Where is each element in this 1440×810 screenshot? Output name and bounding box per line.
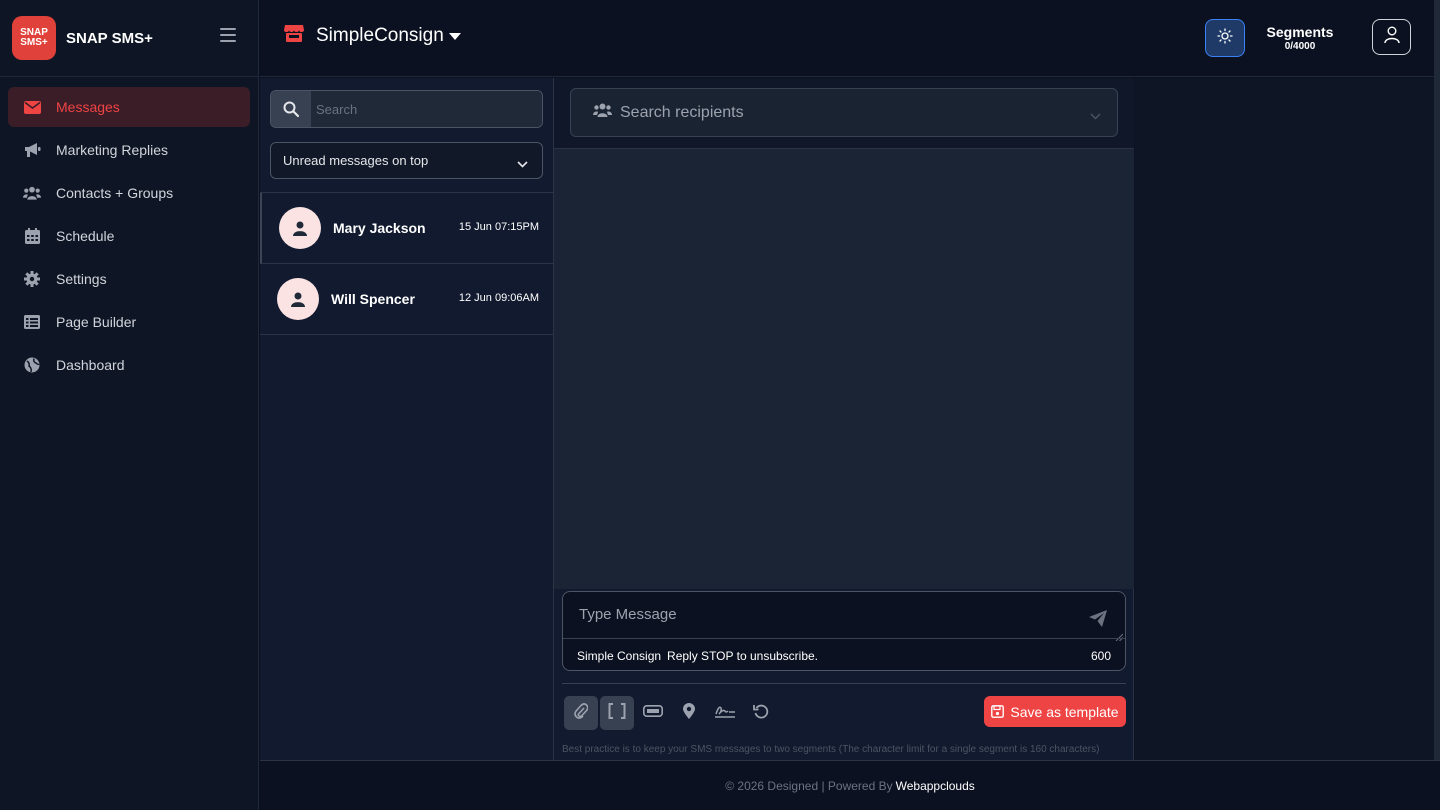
sidebar-item-label: Contacts + Groups (56, 185, 174, 201)
attach-button[interactable] (564, 696, 598, 730)
envelope-icon (23, 98, 41, 116)
conversation-search (270, 90, 543, 128)
brand-logo-line2: SMS+ (20, 37, 48, 48)
send-icon[interactable] (1089, 610, 1107, 632)
users-icon (23, 184, 41, 202)
sidebar-item-schedule[interactable]: Schedule (8, 216, 250, 256)
page-footer: © 2026 Designed | Powered By Webappcloud… (260, 760, 1440, 810)
save-icon (991, 705, 1005, 718)
sidebar-item-label: Schedule (56, 228, 115, 244)
sidebar-item-label: Page Builder (56, 314, 137, 330)
users-icon (593, 103, 612, 122)
sidebar-item-settings[interactable]: Settings (8, 259, 250, 299)
message-time: 15 Jun 07:15PM (458, 221, 539, 233)
signature-icon (714, 703, 736, 724)
sidebar-item-contacts-groups[interactable]: Contacts + Groups (8, 173, 250, 213)
megaphone-icon (23, 141, 41, 159)
best-practice-hint: Best practice is to keep your SMS messag… (562, 744, 1100, 755)
char-count: 600 (1090, 649, 1111, 663)
merge-tags-button[interactable] (600, 696, 634, 730)
theme-toggle-button[interactable] (1205, 19, 1245, 57)
paperclip-icon (574, 702, 589, 724)
store-icon (284, 24, 304, 47)
caret-down-icon (448, 33, 461, 40)
message-time: 12 Jun 09:06AM (458, 292, 539, 304)
save-template-button[interactable]: Save as template (984, 696, 1126, 727)
sidebar-item-marketing-replies[interactable]: Marketing Replies (8, 130, 250, 170)
user-icon (1383, 26, 1400, 49)
contact-name: Will Spencer (331, 291, 415, 307)
recipients-select[interactable]: Search recipients (570, 88, 1118, 137)
reset-button[interactable] (744, 696, 778, 730)
sort-select-label: Unread messages on top (283, 153, 429, 168)
store-name: SimpleConsign (316, 24, 444, 46)
sidebar: SNAP SMS+ SNAP SMS+ Messages Marketing R… (0, 0, 259, 810)
save-template-label: Save as template (1010, 703, 1119, 720)
page-scrollbar[interactable] (1434, 0, 1440, 760)
segments-counter: Segments 0/4000 (1260, 24, 1340, 52)
store-switcher[interactable]: SimpleConsign (284, 24, 461, 47)
globe-icon (23, 356, 41, 374)
chevron-down-icon (517, 156, 528, 171)
recipients-placeholder: Search recipients (620, 103, 744, 121)
top-header: SimpleConsign Segments 0/4000 (260, 0, 1440, 77)
segments-title: Segments (1266, 24, 1334, 40)
signature-button[interactable] (708, 696, 742, 730)
sidebar-item-label: Marketing Replies (56, 142, 169, 158)
person-icon (291, 292, 305, 307)
resize-handle-icon[interactable] (1115, 628, 1124, 642)
sidebar-item-page-builder[interactable]: Page Builder (8, 302, 250, 342)
segments-value: 0/4000 (1284, 41, 1316, 52)
sidebar-item-dashboard[interactable]: Dashboard (8, 345, 250, 385)
right-empty-pane (1135, 78, 1435, 760)
sidebar-nav: Messages Marketing Replies Contacts + Gr… (0, 77, 258, 385)
sidebar-item-label: Dashboard (56, 357, 125, 373)
search-icon[interactable] (271, 91, 311, 127)
footer-text: © 2026 Designed | Powered By (725, 778, 893, 793)
sidebar-item-label: Messages (56, 99, 120, 115)
composer-toolbar (564, 696, 780, 730)
brackets-icon (608, 702, 626, 724)
message-thread (554, 149, 1134, 589)
sidebar-item-label: Settings (56, 271, 107, 287)
composer-footer: Simple Consign Reply STOP to unsubscribe… (563, 638, 1125, 670)
chat-panel: Search recipients Type Message Simple Co… (554, 78, 1134, 760)
location-button[interactable] (672, 696, 706, 730)
list-icon (23, 313, 41, 331)
message-input[interactable]: Type Message (579, 606, 677, 623)
divider (562, 683, 1126, 684)
message-composer: Type Message Simple Consign Reply STOP t… (562, 591, 1126, 671)
gear-icon (23, 270, 41, 288)
brand-logo[interactable]: SNAP SMS+ (12, 16, 56, 60)
avatar (277, 278, 319, 320)
search-input[interactable] (311, 91, 542, 127)
ticket-icon (643, 704, 663, 722)
sidebar-item-messages[interactable]: Messages (8, 87, 250, 127)
chevron-down-icon (1090, 107, 1101, 125)
recipients-bar: Search recipients (554, 78, 1134, 149)
signature-text: Simple Consign (577, 648, 662, 663)
conversation-list-panel: Unread messages on top Mary Jackson 15 J… (260, 78, 554, 760)
avatar (279, 207, 321, 249)
map-pin-icon (683, 702, 695, 724)
brand-header: SNAP SMS+ SNAP SMS+ (0, 0, 258, 77)
person-icon (293, 221, 307, 236)
user-profile-button[interactable] (1372, 19, 1411, 55)
sort-select[interactable]: Unread messages on top (270, 142, 543, 179)
list-item[interactable]: Will Spencer 12 Jun 09:06AM (260, 264, 553, 335)
list-item[interactable]: Mary Jackson 15 Jun 07:15PM (260, 193, 553, 264)
coupon-button[interactable] (636, 696, 670, 730)
brand-name: SNAP SMS+ (66, 29, 153, 47)
hamburger-menu-icon[interactable] (220, 28, 236, 42)
optout-text: Reply STOP to unsubscribe. (667, 648, 819, 663)
undo-icon (753, 703, 769, 724)
footer-link[interactable]: Webappclouds (896, 779, 975, 793)
sun-icon (1217, 27, 1233, 49)
calendar-icon (23, 227, 41, 245)
contact-name: Mary Jackson (333, 220, 426, 236)
conversation-list: Mary Jackson 15 Jun 07:15PM Will Spencer… (260, 192, 553, 335)
